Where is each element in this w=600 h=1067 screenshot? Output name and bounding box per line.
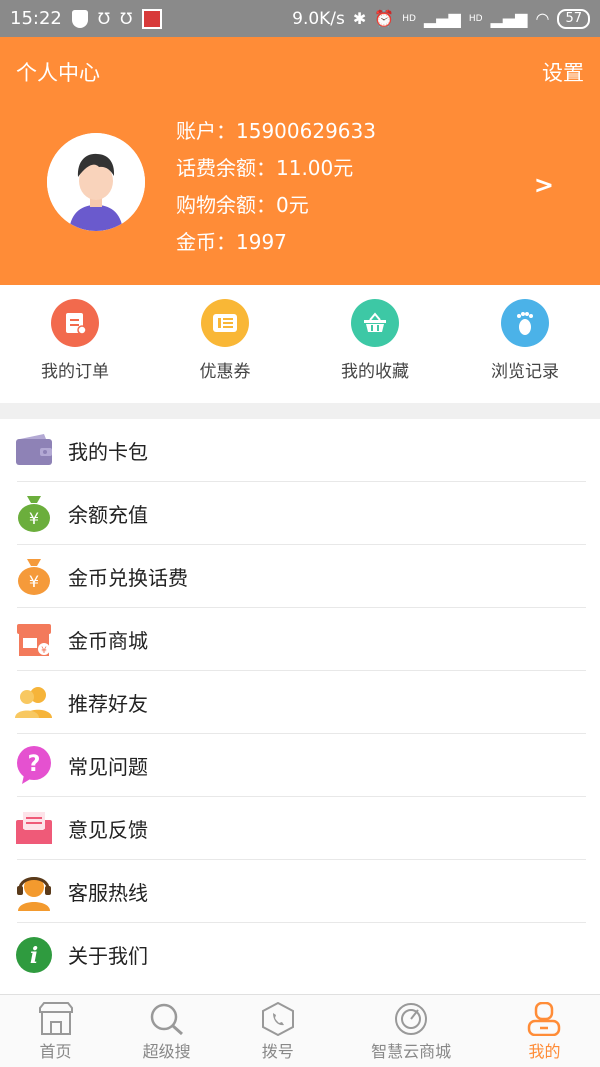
shield-icon	[71, 9, 88, 28]
wifi-icon: ◠	[535, 9, 550, 28]
menu-item-feedback[interactable]: 意见反馈	[14, 797, 586, 860]
tab-label: 首页	[39, 1042, 72, 1061]
quick-action-orders[interactable]: 我的订单	[0, 285, 150, 403]
menu-item-label: 意见反馈	[68, 817, 148, 842]
hd-badge: HD	[468, 13, 483, 24]
network-speed: 9.0K/s	[292, 8, 345, 29]
svg-text:¥: ¥	[29, 572, 39, 591]
tab-home[interactable]: 首页	[0, 995, 111, 1067]
menu-item-label: 常见问题	[68, 754, 148, 779]
menu-item-label: 余额充值	[68, 502, 148, 527]
account-number: 账户：15900629633	[176, 119, 376, 143]
quick-action-label: 我的收藏	[341, 362, 409, 382]
menu-item-coin-mall[interactable]: ¥ 金币商城	[17, 608, 586, 671]
tab-label: 超级搜	[142, 1042, 191, 1061]
info-icon: i	[14, 935, 54, 975]
signal-icon: ▂▄▆	[423, 9, 461, 28]
friends-icon	[14, 682, 54, 722]
svg-text:?: ?	[28, 752, 41, 777]
signal-icon: ▂▄▆	[490, 9, 528, 28]
section-divider	[0, 403, 600, 419]
menu-item-label: 金币兑换话费	[68, 565, 188, 590]
money-bag-icon: ¥	[14, 493, 54, 533]
menu-item-label: 客服热线	[68, 880, 148, 905]
status-bar: 15:22 Ʊ Ʊ 9.0K/s ✱ ⏰ HD ▂▄▆ HD ▂▄▆ ◠ 57	[0, 0, 600, 37]
svg-text:¥: ¥	[41, 646, 47, 656]
bluetooth-icon: ✱	[352, 9, 367, 28]
shopping-balance: 购物余额：0元	[176, 193, 309, 217]
status-time: 15:22	[10, 8, 62, 29]
store-icon	[38, 1002, 73, 1035]
quick-actions: 我的订单 优惠券 我的收藏 浏览记录	[0, 285, 600, 403]
feedback-icon	[14, 808, 54, 848]
battery-indicator: 57	[557, 8, 590, 29]
tab-dial[interactable]: 拨号	[222, 995, 333, 1067]
coupon-icon	[201, 299, 249, 347]
menu-item-faq[interactable]: ? 常见问题	[17, 734, 586, 797]
menu-item-label: 推荐好友	[68, 691, 148, 716]
svg-text:¥: ¥	[29, 509, 39, 528]
quick-action-label: 优惠券	[199, 362, 251, 382]
user-avatar-icon	[47, 133, 145, 231]
basket-icon	[351, 299, 399, 347]
question-icon: ?	[14, 745, 54, 785]
user-icon	[528, 1002, 561, 1036]
page-title: 个人中心	[16, 61, 100, 85]
footprint-icon	[501, 299, 549, 347]
alarm-icon: ⏰	[374, 9, 395, 28]
settings-button[interactable]: 设置	[542, 57, 584, 87]
quick-action-history[interactable]: 浏览记录	[450, 285, 600, 403]
menu-item-invite-friends[interactable]: 推荐好友	[14, 671, 586, 734]
quick-action-label: 浏览记录	[491, 362, 559, 382]
menu-item-label: 金币商城	[68, 628, 148, 653]
phone-icon	[261, 1002, 294, 1036]
shield-icon: Ʊ	[120, 9, 133, 28]
quick-action-coupons[interactable]: 优惠券	[150, 285, 300, 403]
quick-action-favorites[interactable]: 我的收藏	[300, 285, 450, 403]
tab-super-search[interactable]: 超级搜	[111, 995, 222, 1067]
chevron-right-icon[interactable]: >	[534, 171, 554, 199]
account-info[interactable]: 账户：15900629633 话费余额：11.00元 购物余额：0元 金币：19…	[176, 113, 376, 261]
shop-icon: ¥	[14, 619, 54, 659]
menu-item-about[interactable]: i 关于我们	[14, 923, 586, 986]
hd-badge: HD	[402, 13, 416, 24]
coin-balance: 金币：1997	[176, 230, 287, 254]
tab-smart-cloud-mall[interactable]: 智慧云商城	[333, 995, 489, 1067]
menu-item-label: 关于我们	[68, 944, 148, 968]
coin-bag-icon: ¥	[14, 556, 54, 596]
avatar[interactable]	[47, 133, 145, 231]
menu-item-coin-exchange[interactable]: ¥ 金币兑换话费	[17, 545, 586, 608]
menu-list: 我的卡包 ¥ 余额充值 ¥ 金币兑换话费 ¥ 金币商城 推荐好友 ? 常见问题 …	[0, 419, 600, 986]
menu-item-label: 我的卡包	[68, 439, 148, 464]
headset-icon	[14, 871, 54, 911]
tab-label: 我的	[528, 1042, 561, 1061]
profile-header: 个人中心 设置 账户：15900629633 话费余额：11.00元 购物余额：…	[0, 37, 600, 285]
tab-mine[interactable]: 我的	[489, 995, 600, 1067]
tab-label: 智慧云商城	[371, 1042, 452, 1061]
order-icon	[51, 299, 99, 347]
menu-item-card-wallet[interactable]: 我的卡包	[14, 419, 586, 482]
radar-icon	[395, 1003, 428, 1035]
svg-text:i: i	[30, 943, 38, 969]
search-icon	[150, 1003, 183, 1036]
tab-label: 拨号	[261, 1042, 294, 1061]
bottom-tab-bar: 首页 超级搜 拨号 智慧云商城 我的	[0, 994, 600, 1067]
app-notification-icon	[142, 8, 163, 29]
quick-action-label: 我的订单	[41, 362, 109, 382]
wallet-icon	[14, 430, 54, 470]
menu-item-hotline[interactable]: 客服热线	[17, 860, 586, 923]
menu-item-recharge[interactable]: ¥ 余额充值	[17, 482, 586, 545]
phone-balance: 话费余额：11.00元	[176, 156, 354, 180]
shield-icon: Ʊ	[97, 9, 111, 28]
